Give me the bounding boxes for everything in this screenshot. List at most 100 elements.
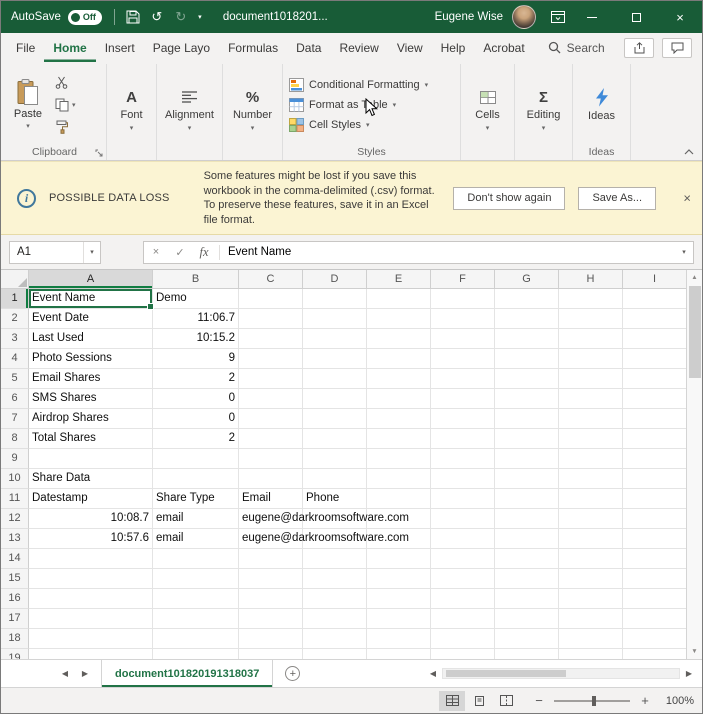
ribbon-search[interactable]: Search: [548, 33, 605, 62]
cell-F10[interactable]: [431, 469, 495, 489]
cell-B9[interactable]: [153, 449, 239, 469]
cell-H12[interactable]: [559, 509, 623, 529]
cell-B10[interactable]: [153, 469, 239, 489]
cell-H7[interactable]: [559, 409, 623, 429]
column-header-G[interactable]: G: [495, 270, 559, 289]
collapse-ribbon-button[interactable]: [684, 149, 694, 155]
row-header-13[interactable]: 13: [1, 529, 29, 549]
cell-E7[interactable]: [367, 409, 431, 429]
vertical-scrollbar-thumb[interactable]: [688, 286, 701, 378]
tab-acrobat[interactable]: Acrobat: [474, 33, 533, 62]
cell-A7[interactable]: Airdrop Shares: [29, 409, 153, 429]
cell-D10[interactable]: [303, 469, 367, 489]
row-header-18[interactable]: 18: [1, 629, 29, 649]
cell-G4[interactable]: [495, 349, 559, 369]
tab-page-layo[interactable]: Page Layo: [144, 33, 219, 62]
cell-E2[interactable]: [367, 309, 431, 329]
cell-I11[interactable]: [623, 489, 686, 509]
cell-B13[interactable]: email: [153, 529, 239, 549]
tab-view[interactable]: View: [388, 33, 432, 62]
tab-file[interactable]: File: [7, 33, 44, 62]
cell-styles-button[interactable]: Cell Styles ▾: [289, 117, 458, 132]
row-header-17[interactable]: 17: [1, 609, 29, 629]
cell-A3[interactable]: Last Used: [29, 329, 153, 349]
row-header-19[interactable]: 19: [1, 649, 29, 659]
cell-B12[interactable]: email: [153, 509, 239, 529]
cell-D6[interactable]: [303, 389, 367, 409]
horizontal-scrollbar[interactable]: ◀ ▶: [424, 668, 702, 679]
cell-C17[interactable]: [239, 609, 303, 629]
cell-C16[interactable]: [239, 589, 303, 609]
cell-C10[interactable]: [239, 469, 303, 489]
cell-F7[interactable]: [431, 409, 495, 429]
cell-G5[interactable]: [495, 369, 559, 389]
row-header-6[interactable]: 6: [1, 389, 29, 409]
tab-insert[interactable]: Insert: [96, 33, 144, 62]
comments-button[interactable]: [662, 37, 692, 58]
tab-home[interactable]: Home: [44, 33, 95, 62]
cell-H11[interactable]: [559, 489, 623, 509]
close-button[interactable]: ×: [658, 1, 702, 33]
prev-sheet-button[interactable]: ◀: [55, 669, 75, 678]
cell-E3[interactable]: [367, 329, 431, 349]
cell-H18[interactable]: [559, 629, 623, 649]
cell-B15[interactable]: [153, 569, 239, 589]
row-header-2[interactable]: 2: [1, 309, 29, 329]
quick-access-toolbar-caret-icon[interactable]: ▾: [193, 1, 207, 33]
cell-E1[interactable]: [367, 289, 431, 309]
cell-H13[interactable]: [559, 529, 623, 549]
cell-A8[interactable]: Total Shares: [29, 429, 153, 449]
cell-A10[interactable]: Share Data: [29, 469, 153, 489]
cell-A14[interactable]: [29, 549, 153, 569]
formula-input[interactable]: Event Name: [223, 246, 675, 258]
cell-F12[interactable]: [431, 509, 495, 529]
row-header-3[interactable]: 3: [1, 329, 29, 349]
zoom-in-button[interactable]: +: [639, 693, 651, 708]
row-header-15[interactable]: 15: [1, 569, 29, 589]
cell-H9[interactable]: [559, 449, 623, 469]
cell-G17[interactable]: [495, 609, 559, 629]
cell-H10[interactable]: [559, 469, 623, 489]
cell-A13[interactable]: 10:57.6: [29, 529, 153, 549]
cell-B3[interactable]: 10:15.2: [153, 329, 239, 349]
cell-D7[interactable]: [303, 409, 367, 429]
cell-C7[interactable]: [239, 409, 303, 429]
cell-D15[interactable]: [303, 569, 367, 589]
cell-A4[interactable]: Photo Sessions: [29, 349, 153, 369]
cell-E17[interactable]: [367, 609, 431, 629]
cell-E15[interactable]: [367, 569, 431, 589]
save-as-button[interactable]: Save As...: [578, 186, 656, 210]
page-break-view-button[interactable]: [493, 691, 519, 711]
tab-help[interactable]: Help: [432, 33, 475, 62]
cell-B1[interactable]: Demo: [153, 289, 239, 309]
hscroll-right-icon[interactable]: ▶: [680, 669, 698, 678]
cell-G19[interactable]: [495, 649, 559, 659]
cell-H14[interactable]: [559, 549, 623, 569]
row-header-14[interactable]: 14: [1, 549, 29, 569]
cell-B2[interactable]: 11:06.7: [153, 309, 239, 329]
user-avatar[interactable]: [512, 5, 536, 29]
zoom-slider-thumb[interactable]: [592, 695, 596, 706]
cell-I6[interactable]: [623, 389, 686, 409]
cell-G7[interactable]: [495, 409, 559, 429]
row-header-9[interactable]: 9: [1, 449, 29, 469]
cell-F2[interactable]: [431, 309, 495, 329]
ribbon-display-options-button[interactable]: [546, 1, 570, 33]
cell-B18[interactable]: [153, 629, 239, 649]
cell-C6[interactable]: [239, 389, 303, 409]
cut-button[interactable]: [55, 75, 76, 90]
sheet-tab-active[interactable]: document101820191318037: [101, 660, 274, 687]
cell-B8[interactable]: 2: [153, 429, 239, 449]
column-header-C[interactable]: C: [239, 270, 303, 289]
cancel-button[interactable]: ×: [144, 246, 168, 258]
cell-G14[interactable]: [495, 549, 559, 569]
cell-F4[interactable]: [431, 349, 495, 369]
cell-C8[interactable]: [239, 429, 303, 449]
cell-I15[interactable]: [623, 569, 686, 589]
cell-G13[interactable]: [495, 529, 559, 549]
cell-C14[interactable]: [239, 549, 303, 569]
cell-E4[interactable]: [367, 349, 431, 369]
cell-A16[interactable]: [29, 589, 153, 609]
row-header-12[interactable]: 12: [1, 509, 29, 529]
cell-E16[interactable]: [367, 589, 431, 609]
